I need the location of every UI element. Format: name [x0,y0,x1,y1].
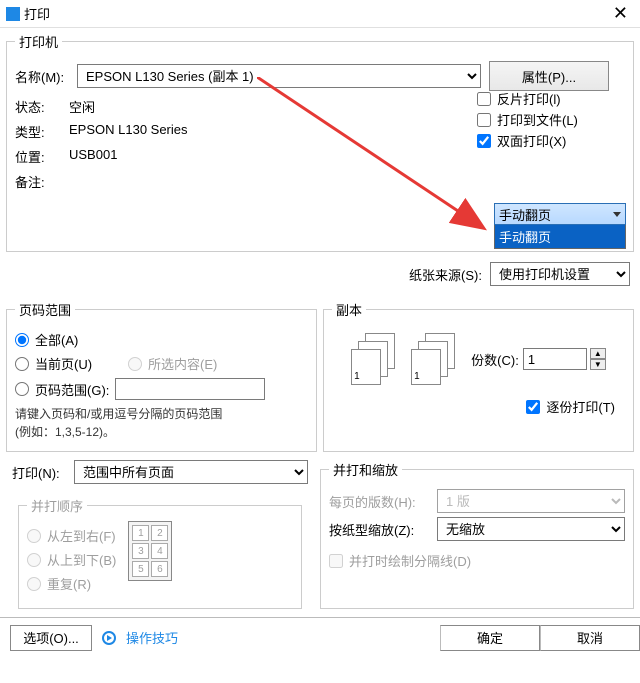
order-lr-radio: 从左到右(F) [27,526,116,545]
page-range-group: 页码范围 全部(A) 当前页(U) 所选内容(E) 页码范围(G): 请键入页码… [6,300,317,452]
draw-separator-checkbox: 并打时绘制分隔线(D) [329,551,625,570]
pages-input[interactable] [115,378,265,400]
comment-label: 备注: [15,172,69,191]
printer-name-select[interactable]: EPSON L130 Series (副本 1) [77,64,481,88]
chevron-down-icon [613,212,621,217]
close-icon[interactable]: ✕ [607,3,634,24]
manual-flip-option[interactable]: 手动翻页 [495,225,625,248]
print-order-legend: 并打顺序 [27,496,87,515]
printer-options-column: 反片打印(l) 打印到文件(L) 双面打印(X) [477,87,623,152]
collate-icon: 3 2 1 3 2 1 份数(C): ▲▼ [332,333,625,385]
range-pages-radio[interactable]: 页码范围(G): [15,378,308,400]
where-value: USB001 [69,147,117,166]
scale-to-paper-select[interactable]: 无缩放 [437,517,625,541]
manual-flip-list: 手动翻页 [494,225,626,249]
copies-group: 副本 3 2 1 3 2 1 份数(C): ▲▼ 逐份打印(T) [323,300,634,452]
copies-spinner[interactable]: ▲▼ [590,348,606,370]
print-what-select[interactable]: 范围中所有页面 [74,460,308,484]
tips-link[interactable]: 操作技巧 [126,628,178,647]
zoom-group: 并打和缩放 每页的版数(H): 1 版 按纸型缩放(Z): 无缩放 并打时绘制分… [320,460,634,609]
printer-name-label: 名称(M): [15,67,69,86]
options-button[interactable]: 选项(O)... [10,625,92,651]
range-current-radio[interactable]: 当前页(U) [15,354,92,373]
titlebar: 打印 ✕ [0,0,640,28]
type-value: EPSON L130 Series [69,122,188,141]
bottom-bar: 选项(O)... 操作技巧 确定 取消 [0,617,640,657]
scale-to-paper-label: 按纸型缩放(Z): [329,520,429,539]
status-value: 空闲 [69,97,95,116]
range-selection-radio: 所选内容(E) [128,354,217,373]
cancel-button[interactable]: 取消 [540,625,640,651]
page-range-hint1: 请键入页码和/或用逗号分隔的页码范围 [15,405,308,423]
range-all-radio[interactable]: 全部(A) [15,330,308,349]
app-icon [6,7,20,21]
page-range-legend: 页码范围 [15,300,75,319]
manual-flip-dropdown[interactable]: 手动翻页 手动翻页 [494,203,626,249]
ok-button[interactable]: 确定 [440,625,540,651]
collate-checkbox[interactable]: 逐份打印(T) [332,397,615,416]
manual-flip-selected[interactable]: 手动翻页 [494,203,626,225]
pages-per-sheet-select: 1 版 [437,489,625,513]
print-order-group: 并打顺序 从左到右(F) 从上到下(B) 重复(R) 12 34 56 [18,496,302,609]
copies-input[interactable] [523,348,587,370]
paper-source-select[interactable]: 使用打印机设置 [490,262,630,286]
paper-source-label: 纸张来源(S): [409,265,482,284]
zoom-legend: 并打和缩放 [329,460,402,479]
reverse-print-checkbox[interactable]: 反片打印(l) [477,89,623,108]
print-order-icon: 12 34 56 [128,521,172,581]
type-label: 类型: [15,122,69,141]
page-range-hint2: (例如：1,3,5-12)。 [15,423,308,441]
order-tb-radio: 从上到下(B) [27,550,116,569]
pages-per-sheet-label: 每页的版数(H): [329,492,429,511]
status-label: 状态: [15,97,69,116]
where-label: 位置: [15,147,69,166]
print-to-file-checkbox[interactable]: 打印到文件(L) [477,110,623,129]
print-what-label: 打印(N): [12,463,66,482]
copies-legend: 副本 [332,300,366,319]
printer-legend: 打印机 [15,32,62,51]
order-repeat-radio: 重复(R) [27,574,116,593]
duplex-checkbox[interactable]: 双面打印(X) [477,131,623,150]
window-title: 打印 [24,4,50,23]
play-icon [102,631,116,645]
copies-count-label: 份数(C): [471,350,519,369]
